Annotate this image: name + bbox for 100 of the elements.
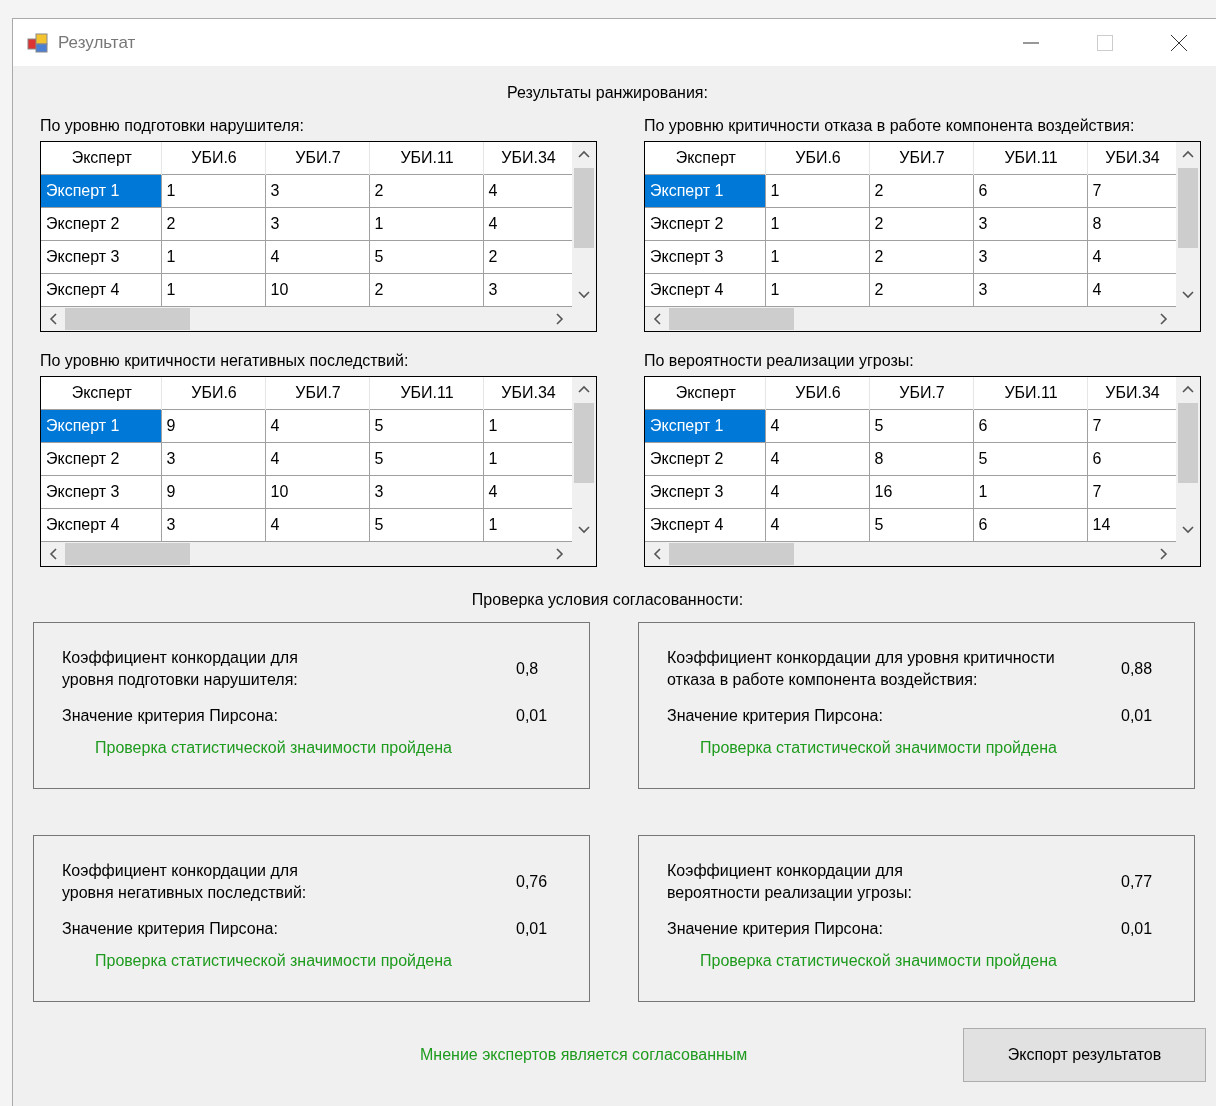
- table-cell: 1: [765, 240, 869, 274]
- row-header-cell[interactable]: Эксперт 2: [41, 207, 161, 241]
- grid-caption: По уровню критичности отказа в работе компонента воздействия:: [644, 116, 1136, 136]
- table-cell: 5: [369, 240, 483, 274]
- table-cell: 1: [973, 475, 1087, 509]
- table-cell: 2: [869, 174, 973, 208]
- table-cell: 3: [265, 174, 369, 208]
- column-header[interactable]: УБИ.11: [973, 142, 1087, 175]
- scrollbar-thumb[interactable]: [65, 543, 190, 565]
- significance-result: Проверка статистической значимости пройдена: [95, 952, 453, 970]
- row-header-cell[interactable]: Эксперт 1: [645, 174, 765, 208]
- coefficient-value: 0,76: [516, 873, 548, 891]
- conclusion-text: Мнение экспертов является согласованным: [420, 1046, 748, 1064]
- coefficient-label: Коэффициент конкордации для уровня негативных последствий:: [62, 861, 308, 903]
- table-cell: 1: [765, 273, 869, 307]
- table-cell: 10: [265, 475, 369, 509]
- table-cell: 4: [765, 409, 869, 443]
- pearson-value: 0,01: [1121, 920, 1153, 938]
- pearson-label: Значение критерия Пирсона:: [667, 919, 884, 939]
- table-cell: 3: [973, 207, 1087, 241]
- vertical-scrollbar[interactable]: [572, 377, 596, 542]
- table-cell: 16: [869, 475, 973, 509]
- significance-result: Проверка статистической значимости пройдена: [700, 739, 1058, 757]
- row-header-cell[interactable]: Эксперт 2: [645, 442, 765, 476]
- table-cell: 3: [161, 442, 265, 476]
- column-header[interactable]: УБИ.7: [265, 377, 369, 410]
- row-header-cell[interactable]: Эксперт 1: [41, 409, 161, 443]
- table-cell: 1: [369, 207, 483, 241]
- row-header-cell[interactable]: Эксперт 3: [645, 240, 765, 274]
- column-header[interactable]: УБИ.6: [161, 142, 265, 175]
- row-header-cell[interactable]: Эксперт 2: [41, 442, 161, 476]
- window-title: Результат: [58, 32, 136, 53]
- column-header[interactable]: УБИ.6: [765, 142, 869, 175]
- table-cell: 9: [161, 409, 265, 443]
- row-header-cell[interactable]: Эксперт 3: [645, 475, 765, 509]
- table-cell: 2: [161, 207, 265, 241]
- table-cell: 4: [265, 508, 369, 542]
- table-cell: 5: [369, 508, 483, 542]
- scrollbar-thumb[interactable]: [669, 308, 794, 330]
- pearson-label: Значение критерия Пирсона:: [62, 919, 279, 939]
- pearson-label: Значение критерия Пирсона:: [62, 706, 279, 726]
- scrollbar-thumb[interactable]: [574, 168, 594, 248]
- table-cell: 2: [869, 207, 973, 241]
- column-header[interactable]: УБИ.11: [369, 377, 483, 410]
- table-cell: 4: [265, 240, 369, 274]
- scrollbar-thumb[interactable]: [669, 543, 794, 565]
- row-header-cell[interactable]: Эксперт 4: [645, 273, 765, 307]
- table-cell: 3: [369, 475, 483, 509]
- pearson-label: Значение критерия Пирсона:: [667, 706, 884, 726]
- column-header[interactable]: УБИ.7: [869, 377, 973, 410]
- vertical-scrollbar[interactable]: [1176, 142, 1200, 307]
- table-cell: 1: [161, 240, 265, 274]
- coefficient-value: 0,88: [1121, 660, 1153, 678]
- coefficient-value: 0,77: [1121, 873, 1153, 891]
- row-header-cell[interactable]: Эксперт 3: [41, 475, 161, 509]
- column-header[interactable]: УБИ.11: [369, 142, 483, 175]
- column-header[interactable]: УБИ.7: [265, 142, 369, 175]
- scrollbar-thumb[interactable]: [1178, 403, 1198, 483]
- column-header[interactable]: УБИ.6: [161, 377, 265, 410]
- table-cell: 3: [265, 207, 369, 241]
- grid-caption: По вероятности реализации угрозы:: [644, 351, 915, 371]
- row-header-cell[interactable]: Эксперт 1: [645, 409, 765, 443]
- table-cell: 1: [765, 174, 869, 208]
- table-cell: 10: [265, 273, 369, 307]
- section-heading: Результаты ранжирования:: [506, 83, 709, 103]
- table-cell: 2: [869, 273, 973, 307]
- row-header-cell[interactable]: Эксперт 4: [41, 508, 161, 542]
- table-cell: 5: [973, 442, 1087, 476]
- pearson-value: 0,01: [516, 707, 548, 725]
- table-cell: 5: [869, 409, 973, 443]
- row-header-cell[interactable]: Эксперт 4: [645, 508, 765, 542]
- row-header-cell[interactable]: Эксперт 1: [41, 174, 161, 208]
- table-cell: 6: [973, 508, 1087, 542]
- table-cell: 1: [161, 174, 265, 208]
- section-heading: Проверка условия согласованности:: [470, 590, 745, 610]
- table-cell: 1: [765, 207, 869, 241]
- table-cell: 6: [973, 174, 1087, 208]
- scrollbar-thumb[interactable]: [574, 403, 594, 483]
- column-header[interactable]: УБИ.6: [765, 377, 869, 410]
- pearson-value: 0,01: [1121, 707, 1153, 725]
- column-header[interactable]: УБИ.7: [869, 142, 973, 175]
- vertical-scrollbar[interactable]: [572, 142, 596, 307]
- row-header-cell[interactable]: Эксперт 2: [645, 207, 765, 241]
- vertical-scrollbar[interactable]: [1176, 377, 1200, 542]
- significance-result: Проверка статистической значимости пройдена: [95, 739, 453, 757]
- column-header[interactable]: УБИ.11: [973, 377, 1087, 410]
- scrollbar-thumb[interactable]: [65, 308, 190, 330]
- table-cell: 8: [869, 442, 973, 476]
- table-cell: 4: [265, 442, 369, 476]
- row-header-cell[interactable]: Эксперт 4: [41, 273, 161, 307]
- table-cell: 5: [369, 442, 483, 476]
- table-cell: 4: [765, 442, 869, 476]
- table-cell: 3: [973, 273, 1087, 307]
- table-cell: 5: [869, 508, 973, 542]
- table-cell: 1: [161, 273, 265, 307]
- export-button[interactable]: Экспорт результатов: [963, 1028, 1206, 1082]
- scrollbar-thumb[interactable]: [1178, 168, 1198, 248]
- coefficient-label: Коэффициент конкордации для вероятности реализации угрозы:: [667, 861, 913, 903]
- grid-caption: По уровню критичности негативных последствий:: [40, 351, 410, 371]
- row-header-cell[interactable]: Эксперт 3: [41, 240, 161, 274]
